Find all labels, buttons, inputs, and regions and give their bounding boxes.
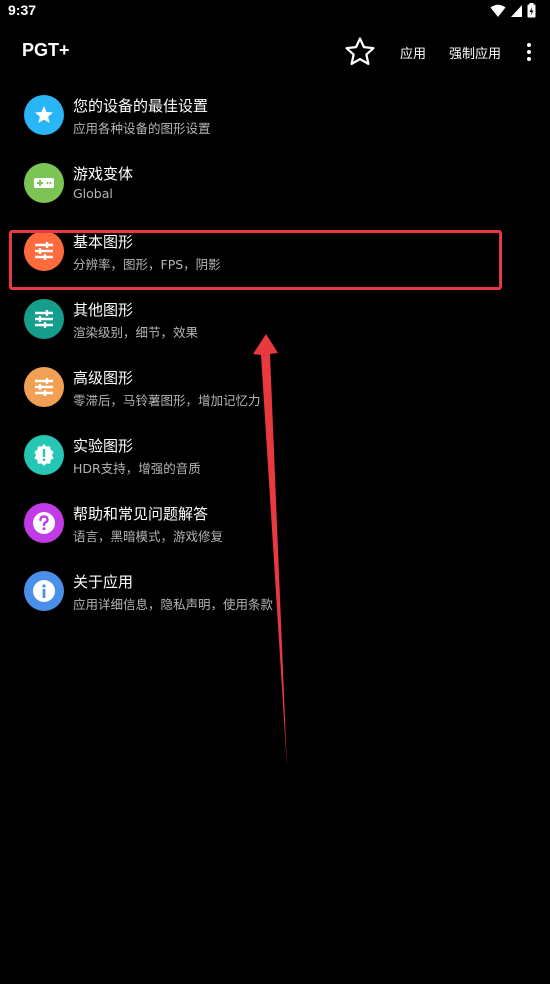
force-apply-button[interactable]: 强制应用 xyxy=(449,43,501,62)
app-title: PGT+ xyxy=(22,40,70,60)
menu-item-title: 关于应用 xyxy=(73,573,134,591)
alert-badge-icon xyxy=(34,444,54,466)
highlight-box xyxy=(9,230,502,290)
battery-icon xyxy=(527,3,536,18)
status-time: 9:37 xyxy=(8,2,37,18)
more-vert-icon xyxy=(527,43,531,61)
menu-item-subtitle: 语言，黑暗模式，游戏修复 xyxy=(73,529,224,544)
menu-item-game-variant[interactable]: 游戏变体 Global xyxy=(0,150,550,218)
menu-item-title: 您的设备的最佳设置 xyxy=(73,97,209,115)
gamepad-icon xyxy=(34,178,54,188)
menu-item-help-faq[interactable]: 帮助和常见问题解答 语言，黑暗模式，游戏修复 xyxy=(0,490,550,558)
info-icon xyxy=(33,580,55,602)
apply-button[interactable]: 应用 xyxy=(400,43,426,62)
menu-item-subtitle: 零滞后，马铃薯图形，增加记忆力 xyxy=(73,393,261,408)
menu-item-best-settings[interactable]: 您的设备的最佳设置 应用各种设备的图形设置 xyxy=(0,82,550,150)
star-outline-icon xyxy=(345,37,375,66)
sliders-icon xyxy=(35,310,53,328)
menu-item-title: 实验图形 xyxy=(73,437,134,455)
menu-item-subtitle: 渲染级别，细节，效果 xyxy=(73,325,199,340)
menu-item-subtitle: 应用各种设备的图形设置 xyxy=(73,121,211,136)
menu-icon-circle xyxy=(24,95,64,135)
menu-item-title: 高级图形 xyxy=(73,369,134,387)
menu-item-title: 游戏变体 xyxy=(73,165,134,183)
favorite-button[interactable] xyxy=(343,35,377,69)
menu-icon-circle xyxy=(24,435,64,475)
star-icon xyxy=(35,106,53,123)
menu-icon-circle xyxy=(24,571,64,611)
status-icons xyxy=(490,3,536,18)
cellular-signal-icon xyxy=(511,4,522,17)
menu-icon-circle xyxy=(24,299,64,339)
menu-item-about-app[interactable]: 关于应用 应用详细信息，隐私声明，使用条款 xyxy=(0,558,550,626)
menu-item-title: 其他图形 xyxy=(73,301,134,319)
help-icon xyxy=(33,512,55,534)
app-bar: PGT+ 应用 强制应用 xyxy=(0,26,550,78)
menu-item-subtitle: HDR支持，增强的音质 xyxy=(73,461,201,476)
menu-item-other-graphics[interactable]: 其他图形 渲染级别，细节，效果 xyxy=(0,286,550,354)
wifi-icon xyxy=(490,4,506,17)
menu-icon-circle xyxy=(24,367,64,407)
menu-item-experimental-graphics[interactable]: 实验图形 HDR支持，增强的音质 xyxy=(0,422,550,490)
status-bar: 9:37 xyxy=(0,0,550,24)
menu-item-subtitle: 应用详细信息，隐私声明，使用条款 xyxy=(73,597,274,612)
more-options-button[interactable] xyxy=(520,40,538,64)
menu-item-advanced-graphics[interactable]: 高级图形 零滞后，马铃薯图形，增加记忆力 xyxy=(0,354,550,422)
menu-icon-circle xyxy=(24,503,64,543)
menu-item-title: 帮助和常见问题解答 xyxy=(73,505,209,523)
menu-icon-circle xyxy=(24,163,64,203)
menu-item-subtitle: Global xyxy=(73,186,113,201)
sliders-icon xyxy=(35,378,53,396)
